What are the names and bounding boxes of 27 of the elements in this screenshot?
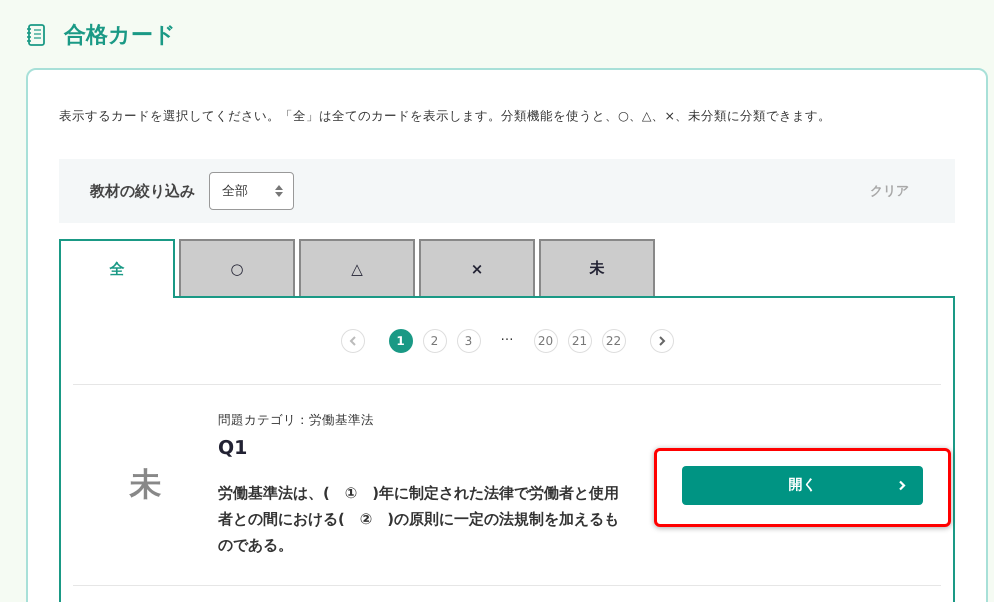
page-number[interactable]: 21: [568, 329, 592, 353]
tab[interactable]: 未: [539, 239, 655, 296]
chevron-left-icon: [348, 336, 356, 346]
tab[interactable]: ×: [419, 239, 535, 296]
page-number[interactable]: 3: [456, 329, 480, 353]
page-number[interactable]: 20: [534, 329, 558, 353]
chevron-right-icon: [898, 480, 906, 490]
page-title: 合格カード: [64, 22, 176, 50]
category-text: 問題カテゴリ：労働基準法: [218, 412, 375, 428]
tab[interactable]: 全: [59, 239, 175, 298]
page-number[interactable]: 22: [602, 329, 626, 353]
tab[interactable]: △: [299, 239, 415, 296]
tab[interactable]: ○: [179, 239, 295, 296]
next-page-button[interactable]: [650, 329, 674, 353]
notebook-icon: [26, 24, 46, 46]
filter-label: 教材の絞り込み: [90, 182, 195, 200]
open-button[interactable]: 開く: [682, 466, 923, 504]
intro-text: 表示するカードを選択してください。「全」は全てのカードを表示します。分類機能を使うと、○、△、×、未分類に分類できます。: [59, 108, 832, 125]
material-select[interactable]: 全部: [209, 172, 294, 210]
question-title: Q1: [218, 436, 248, 458]
pagination-ellipsis: …: [500, 328, 514, 344]
page-number[interactable]: 1: [388, 329, 412, 353]
status-label: 未: [128, 464, 162, 505]
page-number[interactable]: 2: [422, 329, 446, 353]
chevron-right-icon: [658, 336, 666, 346]
question-text: 労働基準法は、( ① )年に制定された法律で労働者と使用者との間における( ② )の原則に一定の法規制を加えるものである。: [218, 484, 620, 556]
sort-arrows-icon: [275, 185, 283, 197]
